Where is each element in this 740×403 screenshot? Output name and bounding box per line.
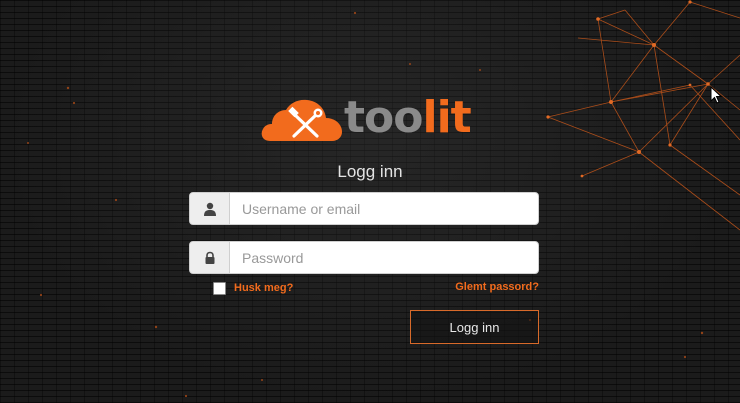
brand-wordmark-part1: too (344, 92, 423, 143)
lock-icon (190, 242, 230, 273)
forgot-password-link[interactable]: Glemt passord? (455, 281, 539, 293)
password-input[interactable] (230, 242, 530, 273)
brand-wordmark-part2: lit (422, 92, 472, 143)
username-input[interactable] (230, 193, 530, 224)
tools-cloud-icon (261, 99, 342, 141)
remember-me-label[interactable]: Husk meg? (234, 282, 293, 294)
toolit-logo: toolit (260, 92, 472, 144)
login-button[interactable]: Logg inn (410, 310, 539, 344)
mouse-cursor-icon (710, 86, 722, 104)
login-title: Logg inn (337, 162, 403, 181)
brand-wordmark: toolit (344, 92, 472, 144)
username-field-group (189, 192, 539, 225)
password-field-group (189, 241, 539, 274)
remember-me-checkbox[interactable] (213, 282, 226, 295)
user-icon (190, 193, 230, 224)
remember-me: Husk meg? (213, 281, 293, 295)
